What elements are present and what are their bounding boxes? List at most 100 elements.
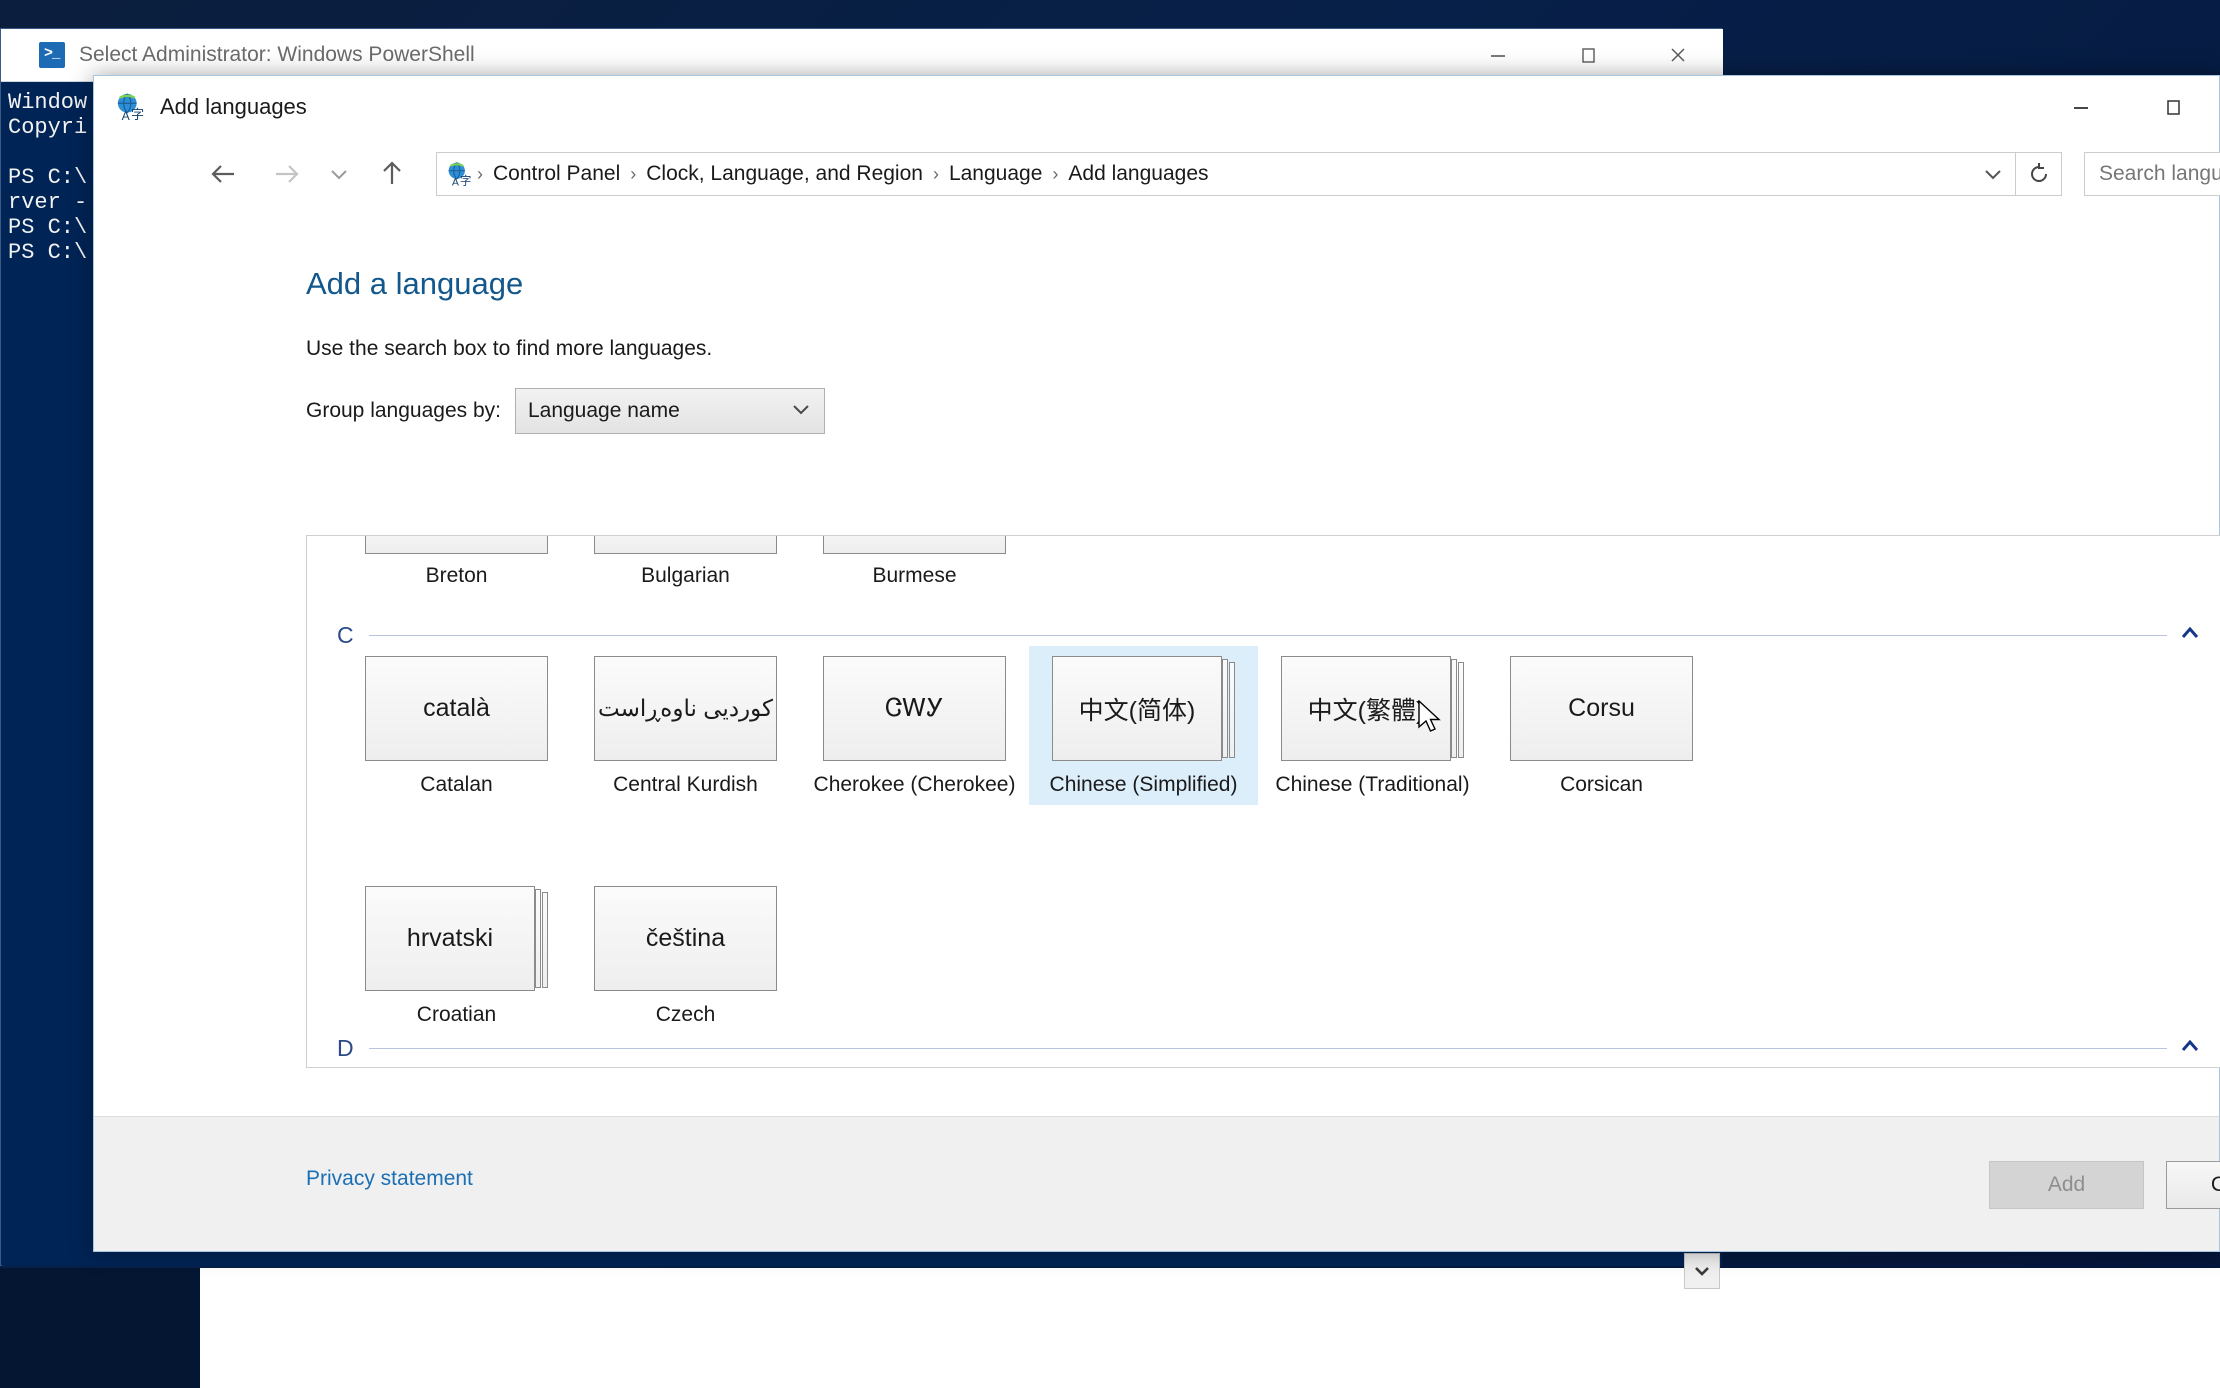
refresh-icon xyxy=(2026,161,2052,187)
page-title: Add a language xyxy=(306,266,523,302)
language-thumbnail xyxy=(823,536,1006,554)
breadcrumb-separator: › xyxy=(1052,164,1058,185)
language-thumbnail xyxy=(594,536,777,554)
breadcrumb-item-add-languages[interactable]: Add languages xyxy=(1068,162,1208,186)
stack-edge-icon xyxy=(1229,662,1235,758)
group-separator-c[interactable]: C xyxy=(337,622,2207,649)
add-button[interactable]: Add xyxy=(1989,1161,2144,1209)
maximize-icon xyxy=(2160,94,2186,120)
breadcrumb-separator: › xyxy=(933,164,939,185)
partial-tile-row: Breton Bulgarian Burmese xyxy=(342,536,1029,588)
stack-edge-icon xyxy=(535,889,541,988)
group-collapse-icon[interactable] xyxy=(2173,1038,2207,1060)
close-icon xyxy=(1665,42,1691,68)
maximize-icon xyxy=(1575,42,1601,68)
language-thumbnail-wrap: 中文(简体) xyxy=(1052,656,1235,761)
language-tile-catalan[interactable]: català Catalan xyxy=(342,646,571,805)
stack-edge-icon xyxy=(1458,662,1464,758)
chevron-down-icon xyxy=(327,162,351,186)
language-tile-grid-c: català Catalan کوردیی ناوەڕاست Central K… xyxy=(342,646,2217,805)
language-thumbnail xyxy=(365,536,548,554)
breadcrumb[interactable]: A 字 › Control Panel › Clock, Language, a… xyxy=(436,152,2016,196)
language-tile-label: Cherokee (Cherokee) xyxy=(814,773,1016,797)
breadcrumb-separator: › xyxy=(477,164,483,185)
language-tile-label: Breton xyxy=(426,564,488,588)
language-tile-chinese-traditional[interactable]: 中文(繁體) Chinese (Traditional) xyxy=(1258,646,1487,805)
language-tile-label: Central Kurdish xyxy=(613,773,758,797)
language-tile-grid-c-row2: hrvatski Croatian čeština Czech xyxy=(342,876,2217,1035)
group-by-label: Group languages by: xyxy=(306,399,501,423)
language-tile-label: Bulgarian xyxy=(641,564,730,588)
language-thumbnail-wrap: ᏣᎳᎩ xyxy=(823,656,1006,761)
group-rule xyxy=(369,1048,2167,1049)
screen: Select Administrator: Windows PowerShell… xyxy=(0,0,2220,1388)
minimize-icon xyxy=(2068,94,2094,120)
chevron-down-icon xyxy=(790,398,812,425)
language-tile-bulgarian[interactable]: Bulgarian xyxy=(571,536,800,588)
search-input[interactable]: Search languages xyxy=(2084,152,2220,196)
svg-text:字: 字 xyxy=(131,107,144,122)
refresh-button[interactable] xyxy=(2016,152,2062,196)
chevron-down-icon xyxy=(1691,1260,1713,1282)
powershell-maximize-button[interactable] xyxy=(1543,29,1633,81)
language-list[interactable]: Breton Bulgarian Burmese C xyxy=(306,535,2220,1068)
group-collapse-icon[interactable] xyxy=(2173,625,2207,647)
privacy-statement-link[interactable]: Privacy statement xyxy=(306,1167,473,1191)
dialog-minimize-button[interactable] xyxy=(2035,77,2127,138)
breadcrumb-separator: › xyxy=(630,164,636,185)
language-tile-corsican[interactable]: Corsu Corsican xyxy=(1487,646,1716,805)
group-by-select[interactable]: Language name xyxy=(515,388,825,434)
language-tile-central-kurdish[interactable]: کوردیی ناوەڕاست Central Kurdish xyxy=(571,646,800,805)
language-tile-label: Croatian xyxy=(417,1003,496,1027)
language-tile-label: Czech xyxy=(656,1003,716,1027)
forward-button[interactable] xyxy=(264,152,308,196)
stack-edge-icon xyxy=(1451,659,1457,758)
language-tile-chinese-simplified[interactable]: 中文(简体) Chinese (Simplified) xyxy=(1029,646,1258,805)
language-thumbnail-wrap: 中文(繁體) xyxy=(1281,656,1464,761)
language-tile-label: Chinese (Simplified) xyxy=(1050,773,1238,797)
arrow-up-icon xyxy=(375,157,409,191)
back-button[interactable] xyxy=(202,152,246,196)
powershell-scroll-down-button[interactable] xyxy=(1684,1253,1720,1289)
group-letter: C xyxy=(337,622,363,649)
group-rule xyxy=(369,635,2167,636)
language-icon: A 字 xyxy=(116,92,146,122)
breadcrumb-item-control-panel[interactable]: Control Panel xyxy=(493,162,620,186)
language-tile-cherokee[interactable]: ᏣᎳᎩ Cherokee (Cherokee) xyxy=(800,646,1029,805)
add-languages-dialog: A 字 Add languages xyxy=(93,75,2220,1252)
dialog-maximize-button[interactable] xyxy=(2127,77,2219,138)
language-icon: A 字 xyxy=(447,161,473,187)
dialog-footer: Privacy statement Add Cancel xyxy=(94,1116,2219,1251)
chevron-up-icon xyxy=(2179,625,2201,641)
powershell-close-button[interactable] xyxy=(1633,29,1723,81)
group-separator-d[interactable]: D xyxy=(337,1035,2207,1062)
stack-edge-icon xyxy=(542,892,548,988)
cancel-button[interactable]: Cancel xyxy=(2166,1161,2220,1209)
language-thumbnail-wrap: کوردیی ناوەڕاست xyxy=(594,656,777,761)
svg-text:A: A xyxy=(122,109,131,122)
language-native-name: کوردیی ناوەڕاست xyxy=(594,656,777,761)
language-tile-label: Chinese (Traditional) xyxy=(1275,773,1469,797)
powershell-minimize-button[interactable] xyxy=(1453,29,1543,81)
language-thumbnail-wrap: català xyxy=(365,656,548,761)
breadcrumb-item-clock-language-region[interactable]: Clock, Language, and Region xyxy=(646,162,923,186)
recent-locations-button[interactable] xyxy=(324,152,354,196)
up-button[interactable] xyxy=(370,152,414,196)
language-thumbnail-wrap: hrvatski xyxy=(365,886,548,991)
breadcrumb-item-language[interactable]: Language xyxy=(949,162,1042,186)
language-tile-breton[interactable]: Breton xyxy=(342,536,571,588)
language-tile-burmese[interactable]: Burmese xyxy=(800,536,1029,588)
language-tile-czech[interactable]: čeština Czech xyxy=(571,876,800,1035)
desktop-lower-dark-area xyxy=(0,1268,200,1388)
desktop-lower-white-area xyxy=(200,1268,2220,1388)
breadcrumb-dropdown-button[interactable] xyxy=(1971,153,2015,195)
dialog-titlebar[interactable]: A 字 Add languages xyxy=(94,76,2219,138)
group-by-value: Language name xyxy=(528,399,790,423)
dialog-title: Add languages xyxy=(160,94,307,120)
language-native-name: hrvatski xyxy=(365,886,535,991)
language-thumbnail-wrap: Corsu xyxy=(1510,656,1693,761)
powershell-icon xyxy=(39,42,65,68)
language-tile-croatian[interactable]: hrvatski Croatian xyxy=(342,876,571,1035)
arrow-left-icon xyxy=(207,157,241,191)
stack-edge-icon xyxy=(1222,659,1228,758)
